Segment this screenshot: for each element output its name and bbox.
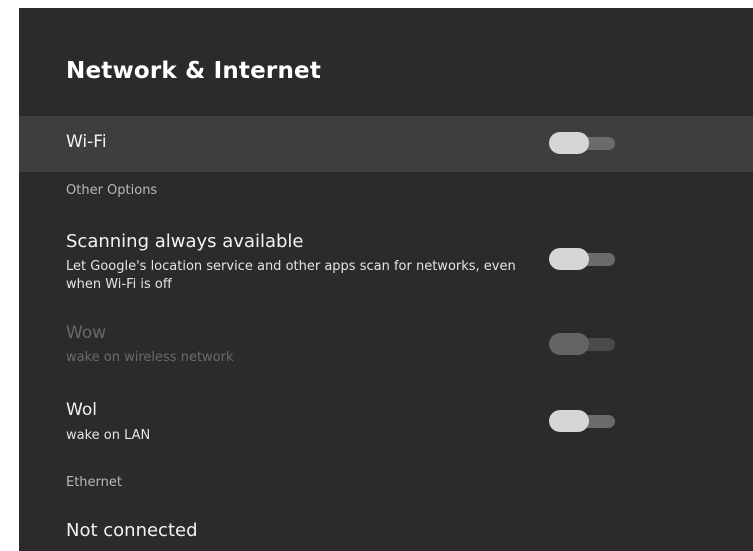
wifi-label: Wi-Fi <box>66 132 107 152</box>
ethernet-status: Not connected <box>66 520 198 541</box>
page-title: Network & Internet <box>66 58 322 84</box>
wifi-toggle-thumb <box>549 132 589 154</box>
wow-toggle-thumb <box>549 333 589 355</box>
scanning-toggle[interactable] <box>549 248 617 270</box>
wifi-toggle[interactable] <box>549 132 617 154</box>
wow-toggle <box>549 333 617 355</box>
settings-panel: Network & Internet Wi-Fi Other Options S… <box>19 8 753 551</box>
wol-toggle-thumb <box>549 410 589 432</box>
wol-toggle[interactable] <box>549 410 617 432</box>
scanning-label: Scanning always available <box>66 231 304 252</box>
wol-description: wake on LAN <box>66 428 151 443</box>
section-header-other-options: Other Options <box>66 183 158 198</box>
scanning-toggle-thumb <box>549 248 589 270</box>
scanning-description: Let Google's location service and other … <box>66 259 516 292</box>
wow-label: Wow <box>66 323 107 343</box>
wow-description: wake on wireless network <box>66 350 234 365</box>
wol-label: Wol <box>66 400 97 420</box>
wifi-row[interactable]: Wi-Fi <box>19 116 753 172</box>
section-header-ethernet: Ethernet <box>66 475 122 490</box>
